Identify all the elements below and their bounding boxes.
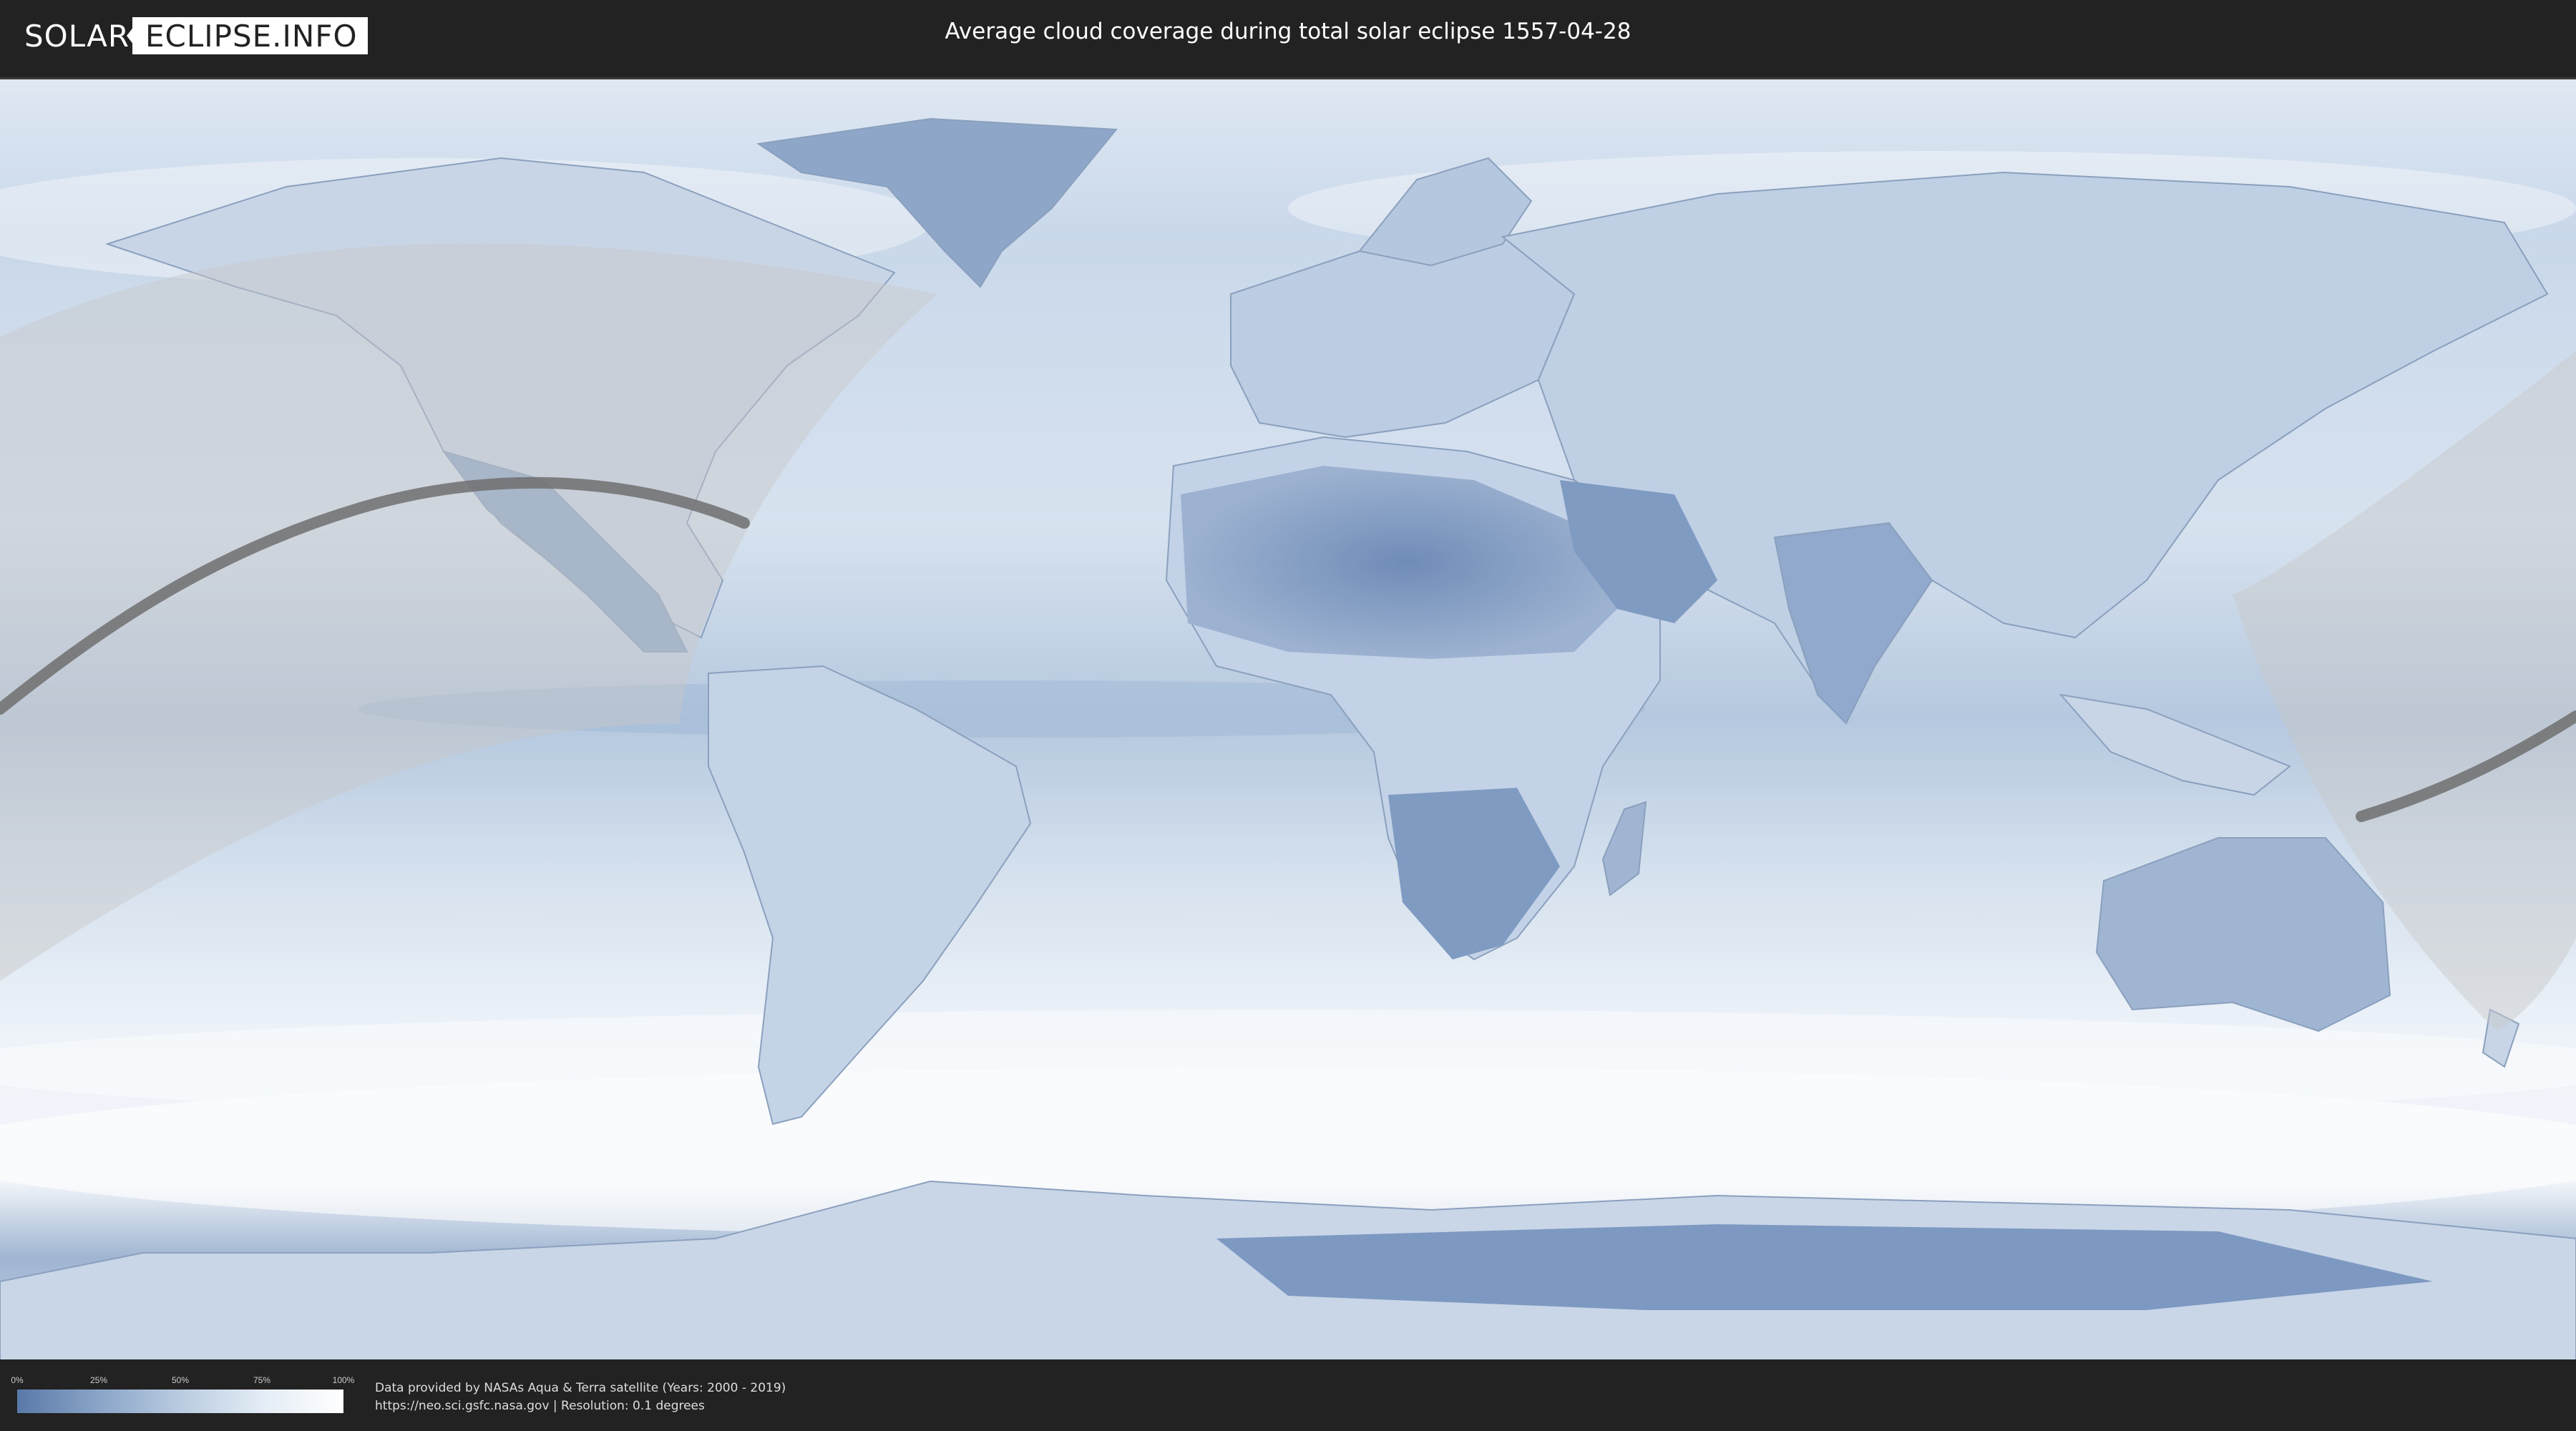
header-bar: SOLAR ECLIPSE.INFO Average cloud coverag… <box>0 0 2576 70</box>
legend-color-bar <box>17 1390 343 1413</box>
cloud-coverage-map <box>0 77 2576 1362</box>
credits-source: Data provided by NASAs Aqua & Terra sate… <box>375 1381 786 1395</box>
legend-tick-labels: 0% 25% 50% 75% 100% <box>11 1375 354 1387</box>
data-credits: Data provided by NASAs Aqua & Terra sate… <box>375 1379 786 1415</box>
legend-tick-25: 25% <box>89 1375 108 1385</box>
legend-tick-0: 0% <box>11 1375 24 1385</box>
legend-tick-75: 75% <box>253 1375 271 1385</box>
world-map-svg <box>0 79 2576 1360</box>
legend-tick-50: 50% <box>171 1375 190 1385</box>
legend-tick-100: 100% <box>332 1375 355 1385</box>
credits-url-resolution: https://neo.sci.gsfc.nasa.gov | Resoluti… <box>375 1399 705 1413</box>
australia <box>2095 837 2391 1032</box>
page-title: Average cloud coverage during total sola… <box>945 19 1631 44</box>
